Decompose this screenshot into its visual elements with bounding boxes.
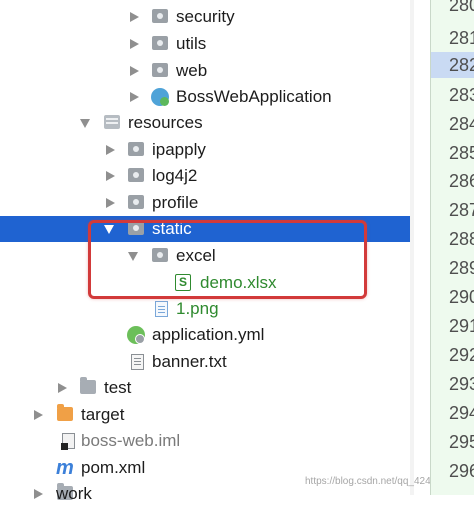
excluded-folder-icon <box>57 404 73 421</box>
module-file-icon <box>61 433 75 450</box>
expand-arrow-icon[interactable] <box>34 410 43 420</box>
line-number: 292 <box>449 345 474 365</box>
package-icon <box>128 195 144 209</box>
package-icon <box>128 142 144 156</box>
text-file-icon <box>131 354 144 370</box>
project-tree: security utils web BossWebApplication re… <box>0 0 458 503</box>
collapse-arrow-icon[interactable] <box>80 119 90 128</box>
tree-item-label: resources <box>128 113 203 132</box>
tree-item-1-png[interactable]: 1.png <box>0 296 410 322</box>
package-icon <box>152 36 168 50</box>
spring-config-file-icon <box>127 326 145 344</box>
line-number: 290 <box>449 287 474 307</box>
tree-item-profile[interactable]: profile <box>0 190 410 216</box>
tree-item-label: profile <box>152 193 199 212</box>
tree-scrollbar[interactable] <box>410 0 414 495</box>
tree-item-security[interactable]: security <box>0 4 410 30</box>
expand-arrow-icon[interactable] <box>130 92 139 102</box>
line-number: 288 <box>449 229 474 249</box>
tree-item-utils[interactable]: utils <box>0 31 410 57</box>
line-number: 286 <box>449 171 474 191</box>
annotation-highlight-box <box>88 220 367 299</box>
tree-item-label: log4j2 <box>152 166 198 185</box>
tree-item-label: ipapply <box>152 140 206 159</box>
line-number: 295 <box>449 432 474 452</box>
expand-arrow-icon[interactable] <box>34 489 43 499</box>
line-number: 294 <box>449 403 474 423</box>
line-number: 285 <box>449 143 474 163</box>
tree-item-ipapply[interactable]: ipapply <box>0 137 410 163</box>
expand-arrow-icon[interactable] <box>106 171 115 181</box>
tree-item-label: work <box>56 484 92 503</box>
tree-item-resources[interactable]: resources <box>0 110 410 136</box>
tree-item-target[interactable]: target <box>0 402 410 428</box>
tree-item-label: security <box>176 7 235 26</box>
tree-item-label: utils <box>176 34 207 53</box>
expand-arrow-icon[interactable] <box>58 383 67 393</box>
package-icon <box>128 168 144 182</box>
tree-item-label: target <box>81 405 125 424</box>
tree-item-label: BossWebApplication <box>176 87 332 106</box>
expand-arrow-icon[interactable] <box>106 198 115 208</box>
package-icon <box>152 63 168 77</box>
tree-item-banner-txt[interactable]: banner.txt <box>0 349 410 375</box>
tree-item-label: web <box>176 61 208 80</box>
line-number: 282 <box>449 55 474 75</box>
expand-arrow-icon[interactable] <box>106 145 115 155</box>
tree-item-web[interactable]: web <box>0 58 410 84</box>
tree-item-log4j2[interactable]: log4j2 <box>0 163 410 189</box>
expand-arrow-icon[interactable] <box>130 39 139 49</box>
folder-icon <box>80 377 96 394</box>
line-number: 293 <box>449 374 474 394</box>
line-number: 296 <box>449 461 474 481</box>
maven-icon <box>56 458 76 478</box>
package-icon <box>152 9 168 23</box>
line-number: 291 <box>449 316 474 336</box>
tree-item-label: 1.png <box>176 299 219 318</box>
expand-arrow-icon[interactable] <box>130 66 139 76</box>
tree-item-label: application.yml <box>152 325 265 344</box>
line-number: 287 <box>449 200 474 220</box>
tree-item-label: test <box>104 378 132 397</box>
tree-item-label: pom.xml <box>81 458 146 477</box>
resources-folder-icon <box>104 115 120 129</box>
image-file-icon <box>155 301 168 317</box>
tree-item-label: boss-web.iml <box>81 431 181 450</box>
expand-arrow-icon[interactable] <box>130 12 139 22</box>
tree-item-application-yml[interactable]: application.yml <box>0 322 410 348</box>
line-number: 281 <box>449 28 474 48</box>
line-number: 289 <box>449 258 474 278</box>
tree-item-boss-web-iml[interactable]: boss-web.iml <box>0 428 410 454</box>
line-number: 284 <box>449 114 474 134</box>
tree-item-label: banner.txt <box>152 352 227 371</box>
editor-line-gutter: 280 281 282 283 284 285 286 287 288 289 … <box>430 0 474 495</box>
spring-boot-class-icon <box>151 88 169 106</box>
line-number: 283 <box>449 85 474 105</box>
line-number: 280 <box>449 0 474 15</box>
tree-item-bosswebapplication[interactable]: BossWebApplication <box>0 84 410 110</box>
tree-item-test[interactable]: test <box>0 375 410 401</box>
